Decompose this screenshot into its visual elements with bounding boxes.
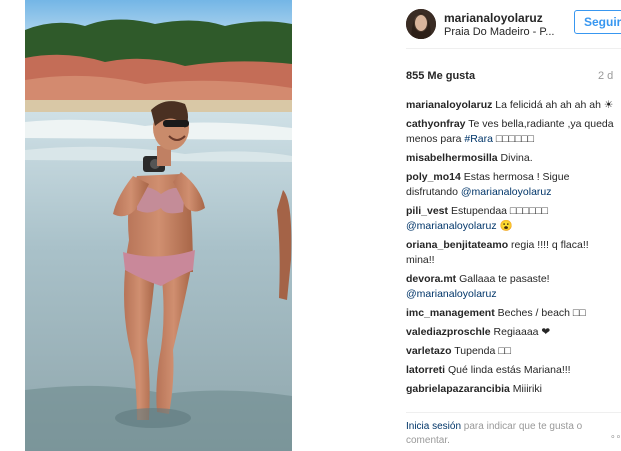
divider (406, 412, 621, 413)
comment-mention[interactable]: @marianaloyolaruz (461, 186, 552, 198)
comment-mention[interactable]: @marianaloyolaruz (406, 288, 497, 300)
comment-username[interactable]: varletazo (406, 345, 452, 357)
comment-username[interactable]: devora.mt (406, 273, 456, 285)
comment-item: varletazo Tupenda □□ (406, 344, 616, 359)
comment-username[interactable]: pili_vest (406, 205, 448, 217)
comment-username[interactable]: valediazproschle (406, 326, 491, 338)
comment-item: gabrielapazarancibia Miiiriki (406, 382, 616, 397)
comment-text-tail: 😮 (496, 220, 513, 232)
comment-text: Regiaaaa ❤ (490, 326, 551, 338)
comments-list[interactable]: marianaloyolaruz La felicidá ah ah ah ah… (406, 98, 616, 408)
comment-text: Divina. (497, 152, 533, 164)
location-link[interactable]: Praia Do Madeiro - P... (444, 26, 554, 38)
comment-item: valediazproschle Regiaaaa ❤ (406, 325, 616, 340)
divider (406, 48, 621, 49)
comment-username[interactable]: imc_management (406, 307, 495, 319)
post-photo[interactable] (25, 0, 292, 451)
comment-text: Qué linda estás Mariana!!! (445, 364, 571, 376)
comment-username[interactable]: misabelhermosilla (406, 152, 498, 164)
post-header: marianaloyolaruz Praia Do Madeiro - P...… (392, 0, 621, 48)
post-time[interactable]: 2 d (598, 70, 613, 82)
comment-text: La felicidá ah ah ah ah ☀ (492, 99, 614, 111)
comment-item: cathyonfray Te ves bella,radiante ,ya qu… (406, 117, 616, 147)
more-options-icon[interactable]: ∘∘∘ (610, 431, 621, 442)
comment-item: pili_vest Estupendaa □□□□□□ @marianaloyo… (406, 204, 616, 234)
comment-text: Gallaaa te pasaste! (456, 273, 550, 285)
avatar[interactable] (406, 9, 436, 39)
comment-text: Beches / beach □□ (494, 307, 586, 319)
post-panel: marianaloyolaruz Praia Do Madeiro - P...… (392, 0, 621, 451)
comment-text: Estupendaa □□□□□□ (448, 205, 548, 217)
comment-item: imc_management Beches / beach □□ (406, 306, 616, 321)
comment-username[interactable]: gabrielapazarancibia (406, 383, 510, 395)
comment-mention[interactable]: #Rara (464, 133, 493, 145)
comment-text: Miiiriki (509, 383, 542, 395)
comment-text: Tupenda □□ (451, 345, 511, 357)
comment-item: misabelhermosilla Divina. (406, 151, 616, 166)
follow-button[interactable]: Seguir (574, 10, 621, 34)
comment-username[interactable]: marianaloyolaruz (406, 99, 492, 111)
comment-item: oriana_benjitateamo regia !!!! q flaca!!… (406, 238, 616, 268)
likes-count[interactable]: 855 Me gusta (406, 70, 475, 82)
comment-item: poly_mo14 Estas hermosa ! Sigue disfruta… (406, 170, 616, 200)
username-link[interactable]: marianaloyolaruz (444, 11, 543, 25)
comment-username[interactable]: cathyonfray (406, 118, 466, 130)
comment-username[interactable]: poly_mo14 (406, 171, 461, 183)
comment-username[interactable]: oriana_benjitateamo (406, 239, 508, 251)
comment-username[interactable]: latorreti (406, 364, 445, 376)
comment-item: devora.mt Gallaaa te pasaste! @marianalo… (406, 272, 616, 302)
login-link[interactable]: Inicia sesión (406, 421, 461, 432)
comment-mention[interactable]: @marianaloyolaruz (406, 220, 497, 232)
comment-item: marianaloyolaruz La felicidá ah ah ah ah… (406, 98, 616, 113)
login-prompt: Inicia sesión para indicar que te gusta … (406, 420, 621, 448)
comment-text-tail: □□□□□□ (492, 133, 534, 145)
comment-item: latorreti Qué linda estás Mariana!!! (406, 363, 616, 378)
